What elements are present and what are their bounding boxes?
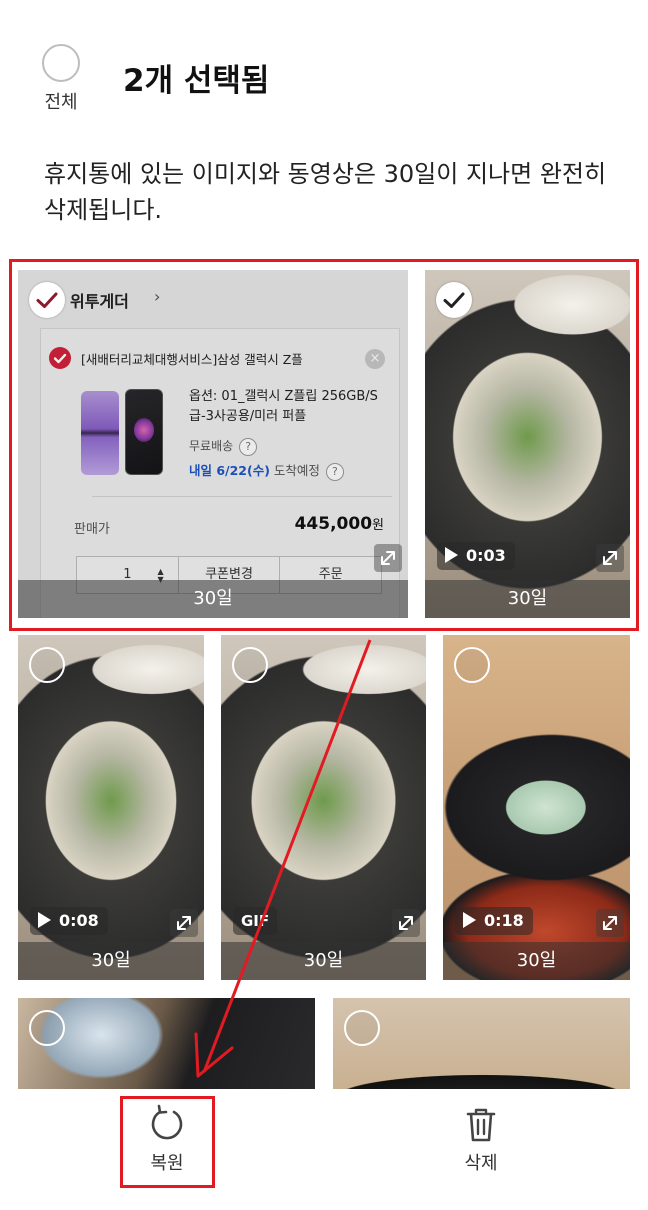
- expand-icon[interactable]: [392, 909, 420, 937]
- trash-item-video[interactable]: 0:08 30일: [18, 635, 204, 980]
- table-dish-thumbnail: [333, 998, 630, 1090]
- play-icon: [38, 912, 51, 928]
- video-duration: 0:18: [484, 911, 524, 930]
- bottom-action-bar: 복원 삭제: [0, 1089, 648, 1210]
- select-circle[interactable]: [232, 647, 268, 683]
- trash-retention-notice: 휴지통에 있는 이미지와 동영상은 30일이 지나면 완전히 삭제됩니다.: [44, 160, 607, 224]
- select-circle[interactable]: [29, 1010, 65, 1046]
- trash-item-image[interactable]: [333, 998, 630, 1090]
- days-remaining-label: 30일: [18, 942, 204, 980]
- spoon-bowl-thumbnail: [18, 998, 315, 1090]
- trash-item-video[interactable]: 0:18 30일: [443, 635, 630, 980]
- selection-highlight-box: [9, 259, 639, 631]
- trash-item-image[interactable]: [18, 998, 315, 1090]
- days-remaining-label: 30일: [443, 942, 630, 980]
- video-duration-badge: 0:18: [455, 907, 533, 935]
- select-circle[interactable]: [344, 1010, 380, 1046]
- delete-label: 삭제: [464, 1153, 498, 1174]
- gif-badge: GIF: [233, 907, 278, 935]
- restore-highlight-box: [120, 1096, 215, 1188]
- select-circle[interactable]: [29, 647, 65, 683]
- play-icon: [463, 912, 476, 928]
- expand-icon[interactable]: [170, 909, 198, 937]
- select-all-checkbox[interactable]: [42, 44, 80, 82]
- video-duration: 0:08: [59, 911, 99, 930]
- delete-button[interactable]: 삭제: [436, 1105, 526, 1175]
- select-all-toggle[interactable]: 전체: [40, 44, 82, 114]
- page-title: 2개 선택됨: [123, 63, 270, 99]
- video-duration-badge: 0:08: [30, 907, 108, 935]
- days-remaining-label: 30일: [221, 942, 426, 980]
- expand-icon[interactable]: [596, 909, 624, 937]
- select-all-label: 전체: [44, 92, 78, 113]
- trash-item-gif[interactable]: GIF 30일: [221, 635, 426, 980]
- select-circle[interactable]: [454, 647, 490, 683]
- trash-icon: [466, 1108, 496, 1142]
